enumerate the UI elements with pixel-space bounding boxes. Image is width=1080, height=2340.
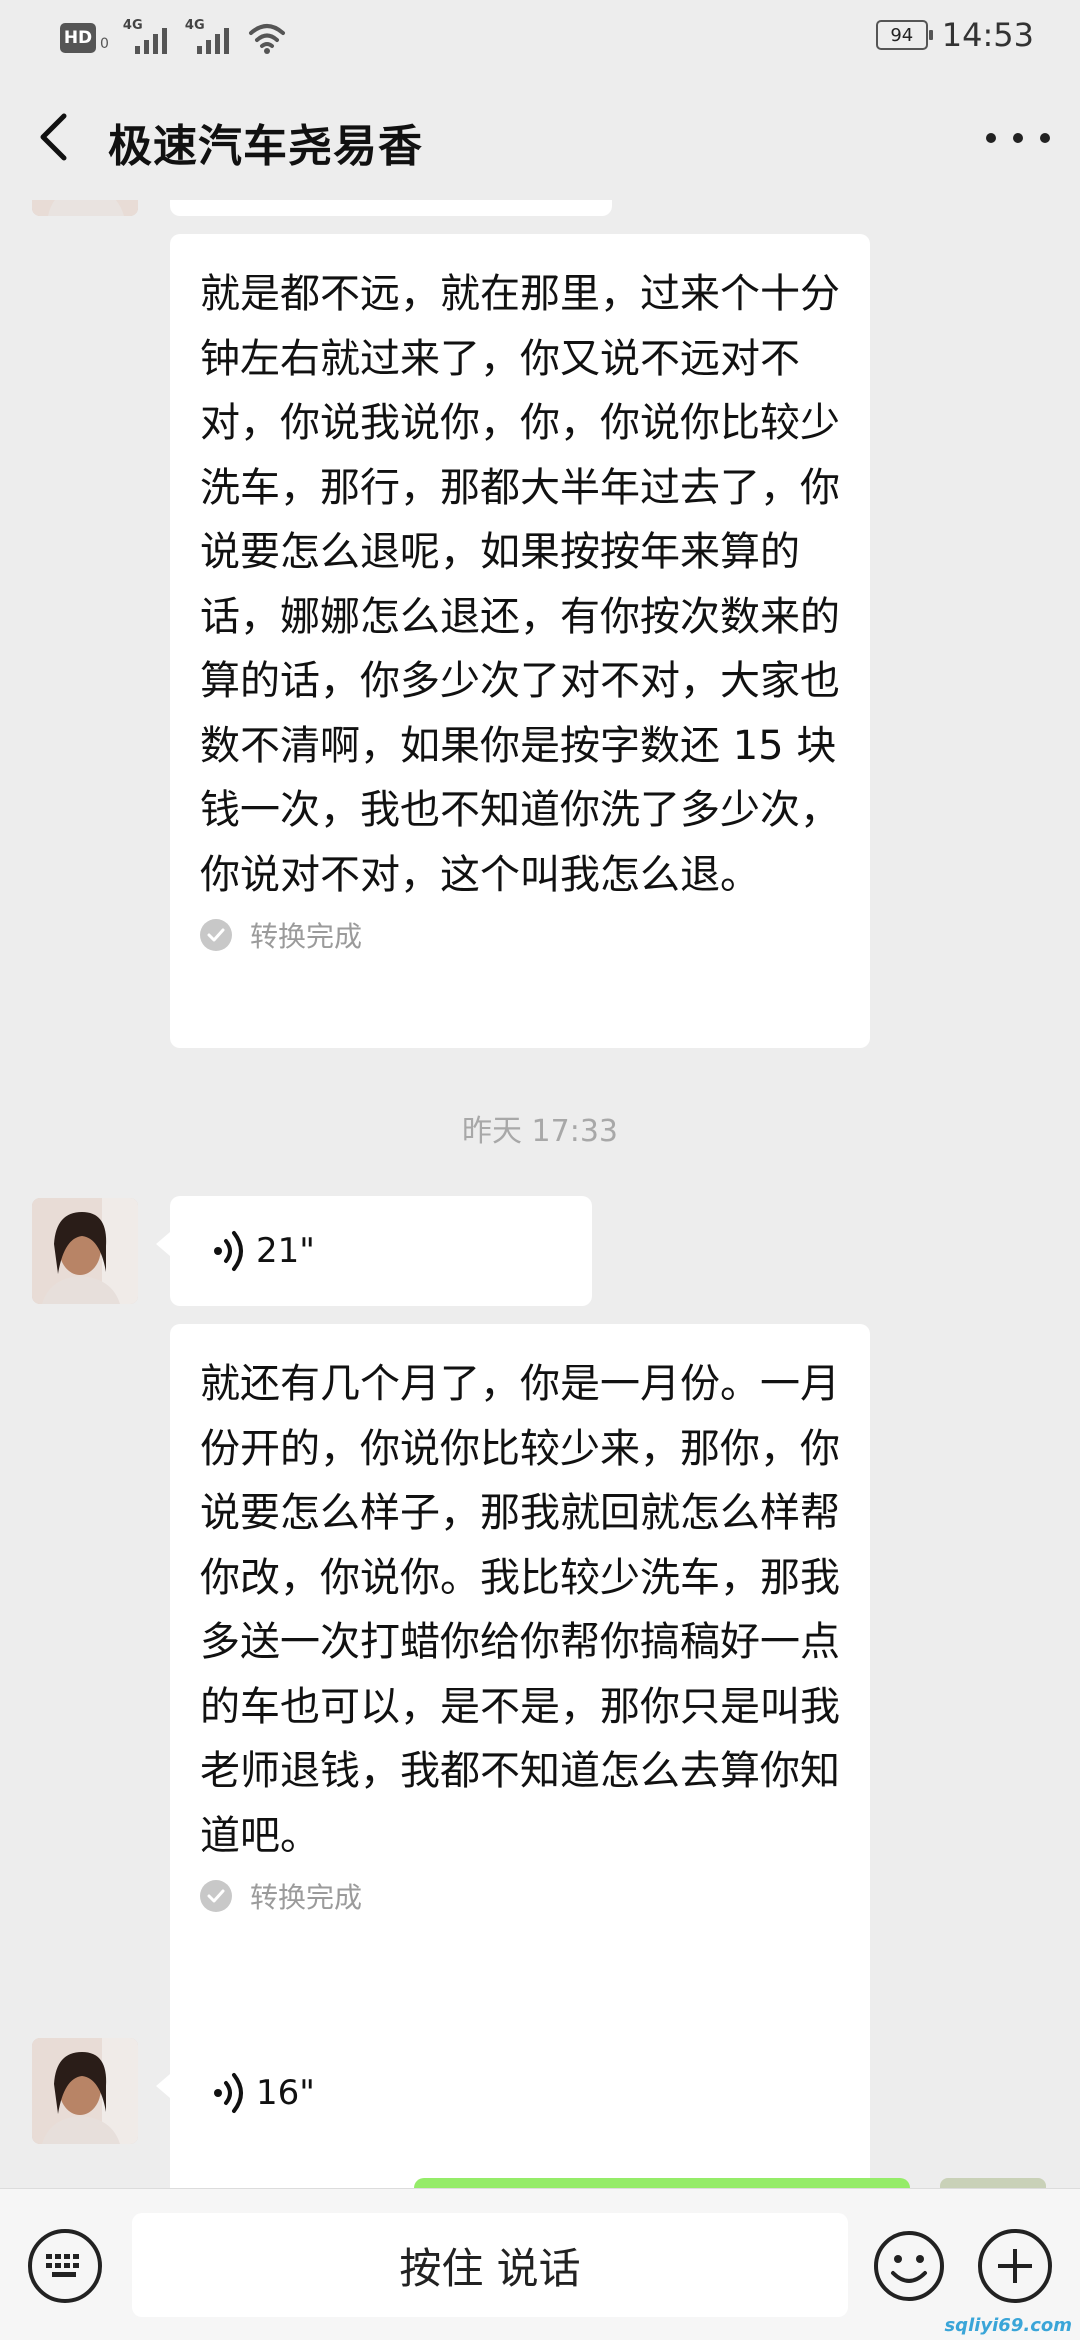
check-icon <box>200 1880 232 1912</box>
status-right: 94 14:53 <box>875 16 1034 54</box>
hold-to-talk-button[interactable]: 按住 说话 <box>132 2213 848 2317</box>
conversion-status: 转换完成 <box>200 1876 842 1916</box>
voice-message-bubble[interactable]: 21" <box>156 1196 592 1306</box>
contact-photo <box>32 2038 138 2144</box>
my-avatar[interactable] <box>940 2178 1046 2188</box>
back-button[interactable] <box>28 106 78 168</box>
check-icon <box>200 919 232 951</box>
battery-level: 94 <box>890 24 914 46</box>
status-left: HD 0 4G 4G <box>60 18 287 56</box>
signal-icon: 4G <box>185 18 233 56</box>
conversion-status: 转换完成 <box>200 915 842 955</box>
title-bar: 极速汽车尧易香 <box>0 78 1080 202</box>
voice-message-bubble[interactable]: 16" <box>156 2038 566 2148</box>
status-bar: HD 0 4G 4G 94 14:53 <box>0 0 1080 76</box>
avatar[interactable] <box>32 200 138 216</box>
voice-wave-icon <box>214 1231 243 1271</box>
avatar[interactable] <box>32 2038 138 2144</box>
transcript-text: 就是都不远，就在那里，过来个十分钟左右就过来了，你又说不远对不对，你说我说你，你… <box>200 271 840 898</box>
conversion-status-label: 转换完成 <box>250 1881 363 1914</box>
conversion-status-label: 转换完成 <box>250 920 363 953</box>
emoji-icon[interactable] <box>872 2229 946 2303</box>
voice-duration: 16" <box>256 2073 315 2113</box>
message-timestamp: 昨天 17:33 <box>462 1114 618 1149</box>
message-bubble[interactable] <box>170 200 612 216</box>
plus-icon[interactable] <box>978 2229 1052 2303</box>
signal-icon: 4G <box>123 18 171 56</box>
voice-wave-icon <box>214 2073 243 2113</box>
chat-area[interactable]: 就是都不远，就在那里，过来个十分钟左右就过来了，你又说不远对不对，你说我说你，你… <box>0 200 1080 2188</box>
back-arrow-icon <box>40 113 67 161</box>
page-title: 极速汽车尧易香 <box>108 121 423 172</box>
battery-icon: 94 <box>875 20 933 50</box>
hd-sub-label: 0 <box>100 36 109 52</box>
outgoing-message-bubble[interactable] <box>414 2178 910 2188</box>
more-button[interactable] <box>986 118 1050 158</box>
avatar[interactable] <box>32 1198 138 1304</box>
keyboard-icon <box>46 2254 79 2277</box>
voice-transcript-bubble[interactable]: 就是都不远，就在那里，过来个十分钟左右就过来了，你又说不远对不对，你说我说你，你… <box>170 234 870 1048</box>
hd-badge: HD <box>60 23 96 53</box>
input-bar: 按住 说话 sqliyi69.com <box>0 2188 1080 2340</box>
clock: 14:53 <box>941 16 1034 54</box>
more-dots-icon <box>986 133 1050 143</box>
transcript-text: 就还有几个月了，你是一月份。一月份开的，你说你比较少来，那你，你说要怎么样子，那… <box>200 1361 840 1859</box>
contact-photo <box>32 1198 138 1304</box>
watermark: sqliyi69.com <box>944 2315 1072 2336</box>
keyboard-toggle-button[interactable] <box>28 2229 102 2303</box>
wifi-icon <box>248 24 285 54</box>
contact-photo <box>32 200 138 216</box>
voice-duration: 21" <box>256 1231 315 1271</box>
